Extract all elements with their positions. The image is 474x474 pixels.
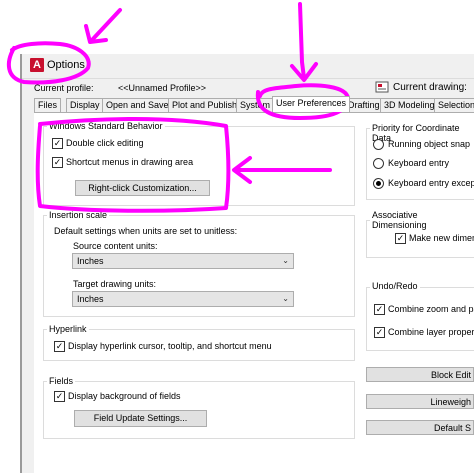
tab-plot-and-publish[interactable]: Plot and Publish <box>168 98 242 112</box>
display-background-fields-label: Display background of fields <box>68 391 181 401</box>
target-drawing-units-label: Target drawing units: <box>73 279 157 289</box>
title-bar[interactable] <box>22 54 474 79</box>
current-profile-value: <<Unnamed Profile>> <box>118 83 207 93</box>
keyboard-entry-label: Keyboard entry <box>388 158 450 168</box>
tab-system[interactable]: System <box>236 98 275 112</box>
source-content-units-select[interactable]: Inches ⌄ <box>72 253 294 269</box>
annotation-arrow-top-left-head <box>84 24 108 44</box>
source-content-units-label: Source content units: <box>73 241 158 251</box>
window-title: Options <box>47 59 85 71</box>
chevron-down-icon: ⌄ <box>282 294 289 303</box>
lineweight-settings-button[interactable]: Lineweigh <box>366 394 474 409</box>
tab-user-preferences[interactable]: User Preferences <box>272 96 351 112</box>
display-hyperlink-label: Display hyperlink cursor, tooltip, and s… <box>68 341 272 351</box>
tab-bar: Files Display Open and Save Plot and Pub… <box>34 96 474 112</box>
double-click-editing-checkbox[interactable]: ✓ <box>52 138 63 149</box>
target-drawing-units-value: Inches <box>77 294 104 304</box>
keyboard-entry-except-scripts-label: Keyboard entry except s <box>388 178 474 188</box>
running-object-snap-label: Running object snap <box>388 139 471 149</box>
tab-files[interactable]: Files <box>34 98 62 112</box>
drawing-icon <box>375 80 391 94</box>
combine-layer-property-checkbox[interactable]: ✓ <box>374 327 385 338</box>
combine-zoom-pan-checkbox[interactable]: ✓ <box>374 304 385 315</box>
field-update-settings-button[interactable]: Field Update Settings... <box>74 410 207 427</box>
current-profile-label: Current profile: <box>34 83 94 93</box>
insertion-scale-title: Insertion scale <box>47 210 110 220</box>
source-content-units-value: Inches <box>77 256 104 266</box>
combine-layer-property-label: Combine layer property <box>388 327 474 337</box>
undo-redo-group <box>366 287 474 351</box>
default-scale-list-button[interactable]: Default S <box>366 420 474 435</box>
tab-3d-modeling[interactable]: 3D Modeling <box>380 98 439 112</box>
combine-zoom-pan-label: Combine zoom and pan <box>388 304 474 314</box>
insertion-scale-description: Default settings when units are set to u… <box>54 226 238 236</box>
make-new-dimensions-checkbox[interactable]: ✓ <box>395 233 406 244</box>
chevron-down-icon: ⌄ <box>282 256 289 265</box>
keyboard-entry-radio[interactable] <box>373 158 384 169</box>
display-background-fields-checkbox[interactable]: ✓ <box>54 391 65 402</box>
shortcut-menus-checkbox[interactable]: ✓ <box>52 157 63 168</box>
fields-title: Fields <box>47 376 76 386</box>
double-click-editing-label: Double click editing <box>66 138 144 148</box>
tab-display[interactable]: Display <box>66 98 104 112</box>
keyboard-entry-except-scripts-radio[interactable] <box>373 178 384 189</box>
target-drawing-units-select[interactable]: Inches ⌄ <box>72 291 294 307</box>
running-object-snap-radio[interactable] <box>373 139 384 150</box>
make-new-dimensions-label: Make new dimens <box>409 233 474 243</box>
tab-selection[interactable]: Selection <box>434 98 474 112</box>
autocad-app-icon: A <box>30 58 44 72</box>
associative-dimensioning-title: Associative Dimensioning <box>370 210 474 230</box>
hyperlink-title: Hyperlink <box>47 324 89 334</box>
shortcut-menus-label: Shortcut menus in drawing area <box>66 157 194 167</box>
right-click-customization-button[interactable]: Right-click Customization... <box>75 180 210 196</box>
current-drawing-label: Current drawing: <box>393 82 467 93</box>
undo-redo-title: Undo/Redo <box>370 281 420 291</box>
block-editor-settings-button[interactable]: Block Edit <box>366 367 474 382</box>
display-hyperlink-checkbox[interactable]: ✓ <box>54 341 65 352</box>
annotation-arrow-top-left <box>90 8 122 42</box>
tab-open-and-save[interactable]: Open and Save <box>102 98 173 112</box>
windows-standard-behavior-title: Windows Standard Behavior <box>47 121 165 131</box>
